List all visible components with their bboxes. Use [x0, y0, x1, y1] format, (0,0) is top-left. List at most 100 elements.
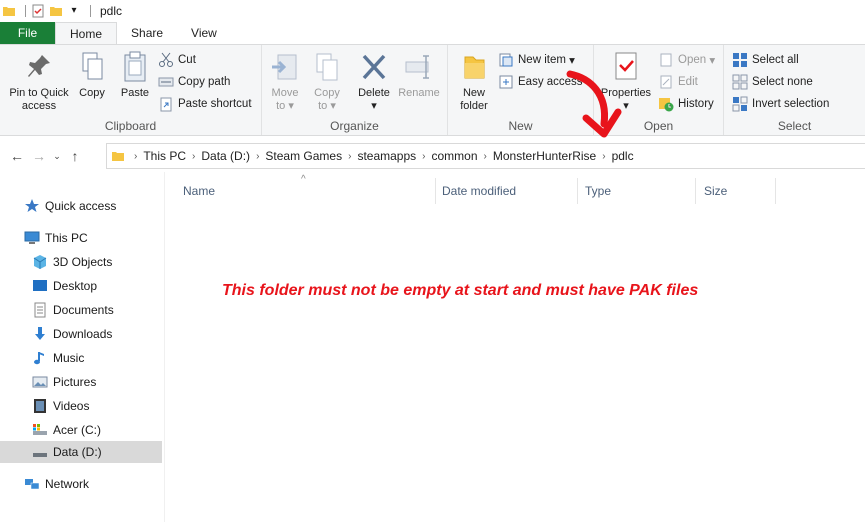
breadcrumb-pdlc[interactable]: pdlc — [612, 149, 634, 163]
delete-button[interactable]: Delete ▾ — [356, 51, 392, 113]
select-none-label: Select none — [752, 76, 813, 88]
pictures-icon — [32, 376, 48, 388]
sidebar-item-acer-c[interactable]: Acer (C:) — [32, 419, 101, 441]
select-none-button[interactable]: Select none — [732, 72, 813, 92]
tab-home[interactable]: Home — [55, 22, 118, 44]
star-icon — [25, 199, 39, 212]
open-button[interactable]: Open ▾ — [658, 50, 715, 70]
delete-x-icon — [362, 54, 386, 80]
breadcrumb-monsterhunterrise[interactable]: MonsterHunterRise — [493, 149, 596, 163]
breadcrumb-steamapps[interactable]: steamapps — [357, 149, 416, 163]
sidebar-item-3d-objects[interactable]: 3D Objects — [32, 251, 112, 273]
breadcrumb-this-pc[interactable]: This PC — [143, 149, 186, 163]
sidebar-item-desktop[interactable]: Desktop — [32, 275, 97, 297]
column-header-type[interactable]: Type — [577, 178, 696, 204]
breadcrumb-separator[interactable]: › — [602, 151, 605, 162]
sidebar-item-downloads[interactable]: Downloads — [32, 323, 112, 345]
column-header-date-modified[interactable]: Date modified — [434, 178, 578, 204]
open-label: Open — [678, 54, 707, 66]
annotation-text: This folder must not be empty at start a… — [222, 282, 699, 299]
sidebar-item-label: Pictures — [53, 375, 97, 389]
sidebar-item-music[interactable]: Music — [32, 347, 84, 369]
pin-label-line1: Pin to Quick — [9, 87, 69, 99]
drive-icon — [33, 424, 47, 435]
breadcrumb-separator[interactable]: › — [422, 151, 425, 162]
breadcrumb-steam-games[interactable]: Steam Games — [265, 149, 342, 163]
delete-label: Delete — [358, 87, 390, 99]
pin-label-line2: access — [21, 100, 57, 112]
cut-button[interactable]: Cut — [158, 50, 196, 70]
properties-icon[interactable] — [31, 4, 45, 18]
breadcrumb-data-d[interactable]: Data (D:) — [201, 149, 250, 163]
paste-shortcut-icon — [160, 97, 172, 112]
invert-selection-button[interactable]: Invert selection — [732, 94, 829, 114]
new-folder-icon[interactable] — [49, 4, 63, 18]
select-none-icon — [732, 74, 748, 90]
copy-button[interactable]: Copy — [76, 51, 108, 100]
tab-share[interactable]: Share — [117, 22, 177, 44]
breadcrumb-separator[interactable]: › — [348, 151, 351, 162]
clipboard-group: Pin to Quick access Copy Paste Cut Copy … — [0, 45, 262, 135]
copy-to-label-line2: to — [318, 100, 328, 112]
cut-label: Cut — [178, 54, 196, 66]
recent-locations-chevron-icon[interactable]: ⌄ — [50, 145, 64, 167]
column-header-size[interactable]: Size — [696, 178, 776, 204]
copy-path-button[interactable]: Copy path — [158, 72, 230, 92]
copy-to-label-line1: Copy — [314, 87, 340, 99]
sidebar-item-network[interactable]: Network — [24, 473, 89, 495]
new-item-icon — [499, 53, 513, 67]
organize-group: Move to ▾ Copy to ▾ Delete ▾ Rename Organ… — [262, 45, 448, 135]
sidebar-item-label: Desktop — [53, 279, 98, 293]
column-header-name[interactable]: Name — [175, 178, 436, 204]
sidebar-item-quick-access[interactable]: Quick access — [24, 195, 116, 217]
breadcrumb-separator[interactable]: › — [484, 151, 487, 162]
organize-group-label: Organize — [330, 119, 379, 133]
pane-divider[interactable] — [164, 172, 165, 522]
move-label-line2: to — [276, 100, 286, 112]
history-label: History — [678, 98, 714, 110]
select-all-icon — [733, 53, 747, 67]
new-folder-icon — [464, 56, 485, 79]
open-icon — [660, 53, 672, 67]
pin-to-quick-access-button[interactable]: Pin to Quick access — [4, 51, 74, 113]
up-arrow-icon[interactable]: ↑ — [64, 145, 86, 167]
move-label-line1: Move — [271, 87, 299, 99]
computer-icon — [24, 231, 40, 244]
new-folder-button[interactable]: New folder — [456, 51, 492, 113]
select-all-label: Select all — [752, 54, 799, 66]
breadcrumb-common[interactable]: common — [432, 149, 478, 163]
tab-view[interactable]: View — [177, 22, 231, 44]
back-arrow-icon[interactable]: ← — [6, 145, 28, 167]
new-item-button[interactable]: New item ▾ — [498, 50, 575, 70]
address-bar[interactable]: › This PC › Data (D:) › Steam Games › st… — [106, 143, 865, 169]
rename-icon — [405, 55, 429, 79]
edit-button[interactable]: Edit — [658, 72, 698, 92]
folder-icon[interactable] — [2, 4, 16, 18]
select-all-button[interactable]: Select all — [732, 50, 799, 70]
sidebar-item-documents[interactable]: Documents — [32, 299, 114, 321]
invert-selection-icon — [732, 96, 748, 112]
sidebar-item-videos[interactable]: Videos — [32, 395, 89, 417]
customize-toolbar-icon[interactable]: ▾ — [67, 4, 81, 18]
cube-icon — [33, 255, 47, 269]
history-button[interactable]: History — [658, 94, 714, 114]
breadcrumb-separator[interactable]: › — [192, 151, 195, 162]
paste-button[interactable]: Paste — [117, 51, 153, 100]
sidebar-item-pictures[interactable]: Pictures — [32, 371, 96, 393]
rename-button[interactable]: Rename — [396, 51, 442, 100]
tab-file[interactable]: File — [0, 22, 55, 44]
sidebar-item-label: Downloads — [53, 327, 113, 341]
sidebar-item-this-pc[interactable]: This PC — [24, 227, 88, 249]
drive-icon — [33, 453, 47, 457]
network-icon — [25, 479, 40, 490]
sidebar-item-label: Videos — [53, 399, 90, 413]
sidebar-item-data-d[interactable]: Data (D:) — [0, 441, 162, 463]
breadcrumb-separator[interactable]: › — [256, 151, 259, 162]
forward-arrow-icon[interactable]: → — [28, 145, 50, 167]
copy-to-icon — [316, 53, 338, 81]
paste-shortcut-button[interactable]: Paste shortcut — [158, 94, 252, 114]
copy-to-button[interactable]: Copy to ▾ — [310, 51, 344, 113]
copy-path-icon — [158, 77, 174, 87]
paste-icon — [124, 51, 146, 82]
move-to-button[interactable]: Move to ▾ — [268, 51, 302, 113]
